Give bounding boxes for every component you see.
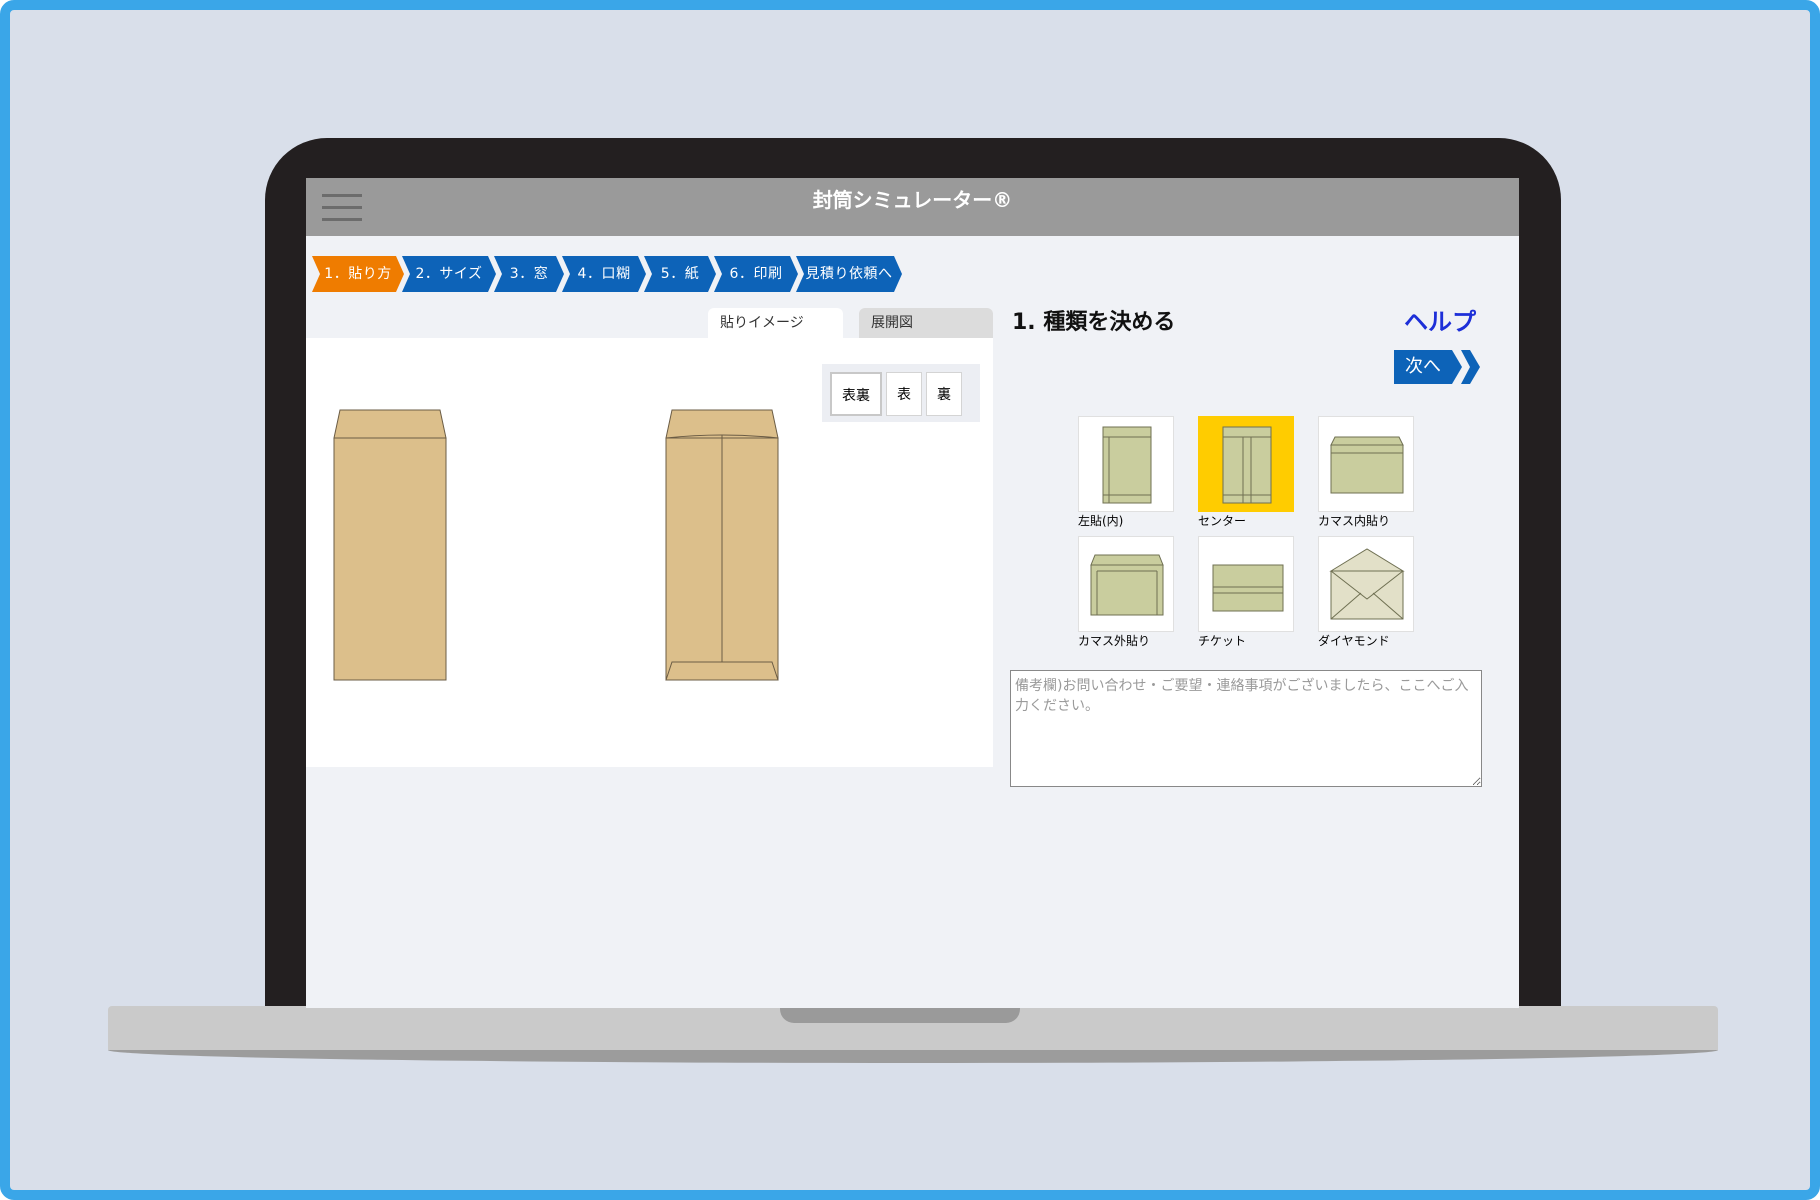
type-card-kamasu-inner[interactable] (1318, 416, 1414, 512)
type-label-kamasu-outer: カマス外貼り (1078, 634, 1151, 648)
step-2-size[interactable]: 2．サイズ (402, 256, 496, 292)
type-label-left-seam: 左貼(内) (1078, 514, 1124, 528)
type-card-diamond[interactable] (1318, 536, 1414, 632)
type-card-center[interactable] (1198, 416, 1294, 512)
tab-development-view[interactable]: 展開図 (859, 308, 993, 338)
diamond-envelope-icon (1329, 548, 1405, 620)
step-1-paste-method[interactable]: 1．貼り方 (312, 256, 404, 292)
step-6-print[interactable]: 6．印刷 (714, 256, 798, 292)
left-seam-envelope-icon (1102, 426, 1152, 504)
help-link[interactable]: ヘルプ (1404, 302, 1476, 337)
laptop-notch (780, 1006, 1020, 1023)
type-card-ticket[interactable] (1198, 536, 1294, 632)
type-label-center: センター (1198, 514, 1247, 528)
envelope-back (665, 409, 779, 681)
app-screen: 封筒シミュレーター® 1．貼り方 2．サイズ 3．窓 4．口糊 5．紙 6．印刷… (306, 178, 1519, 1008)
chevron-right-icon[interactable] (1461, 350, 1480, 384)
type-card-left-seam[interactable] (1078, 416, 1174, 512)
step-5-paper[interactable]: 5．紙 (644, 256, 716, 292)
type-label-kamasu-inner: カマス内貼り (1318, 514, 1391, 528)
section-title: 1. 種類を決める (1012, 310, 1176, 335)
top-bar: 封筒シミュレーター® (306, 178, 1519, 236)
kamasu-inner-envelope-icon (1330, 436, 1404, 494)
envelope-front (333, 409, 447, 681)
step-3-window[interactable]: 3．窓 (494, 256, 564, 292)
tab-paste-image[interactable]: 貼りイメージ (708, 308, 843, 338)
notes-textarea[interactable] (1010, 670, 1482, 787)
type-card-kamasu-outer[interactable] (1078, 536, 1174, 632)
type-label-diamond: ダイヤモンド (1318, 634, 1390, 648)
center-seam-envelope-icon (1222, 426, 1272, 504)
step-quote-request[interactable]: 見積り依頼へ (796, 256, 902, 292)
kamasu-outer-envelope-icon (1090, 554, 1164, 616)
toggle-back[interactable]: 裏 (926, 372, 962, 416)
toggle-front[interactable]: 表 (886, 372, 922, 416)
next-button[interactable]: 次へ (1394, 350, 1462, 384)
step-4-flap-glue[interactable]: 4．口糊 (562, 256, 646, 292)
type-label-ticket: チケット (1198, 634, 1247, 648)
toggle-both-sides[interactable]: 表裏 (830, 372, 882, 416)
app-title: 封筒シミュレーター® (812, 188, 1013, 212)
ticket-envelope-icon (1212, 564, 1284, 612)
view-toggle-group: 表裏 表 裏 (822, 364, 980, 422)
